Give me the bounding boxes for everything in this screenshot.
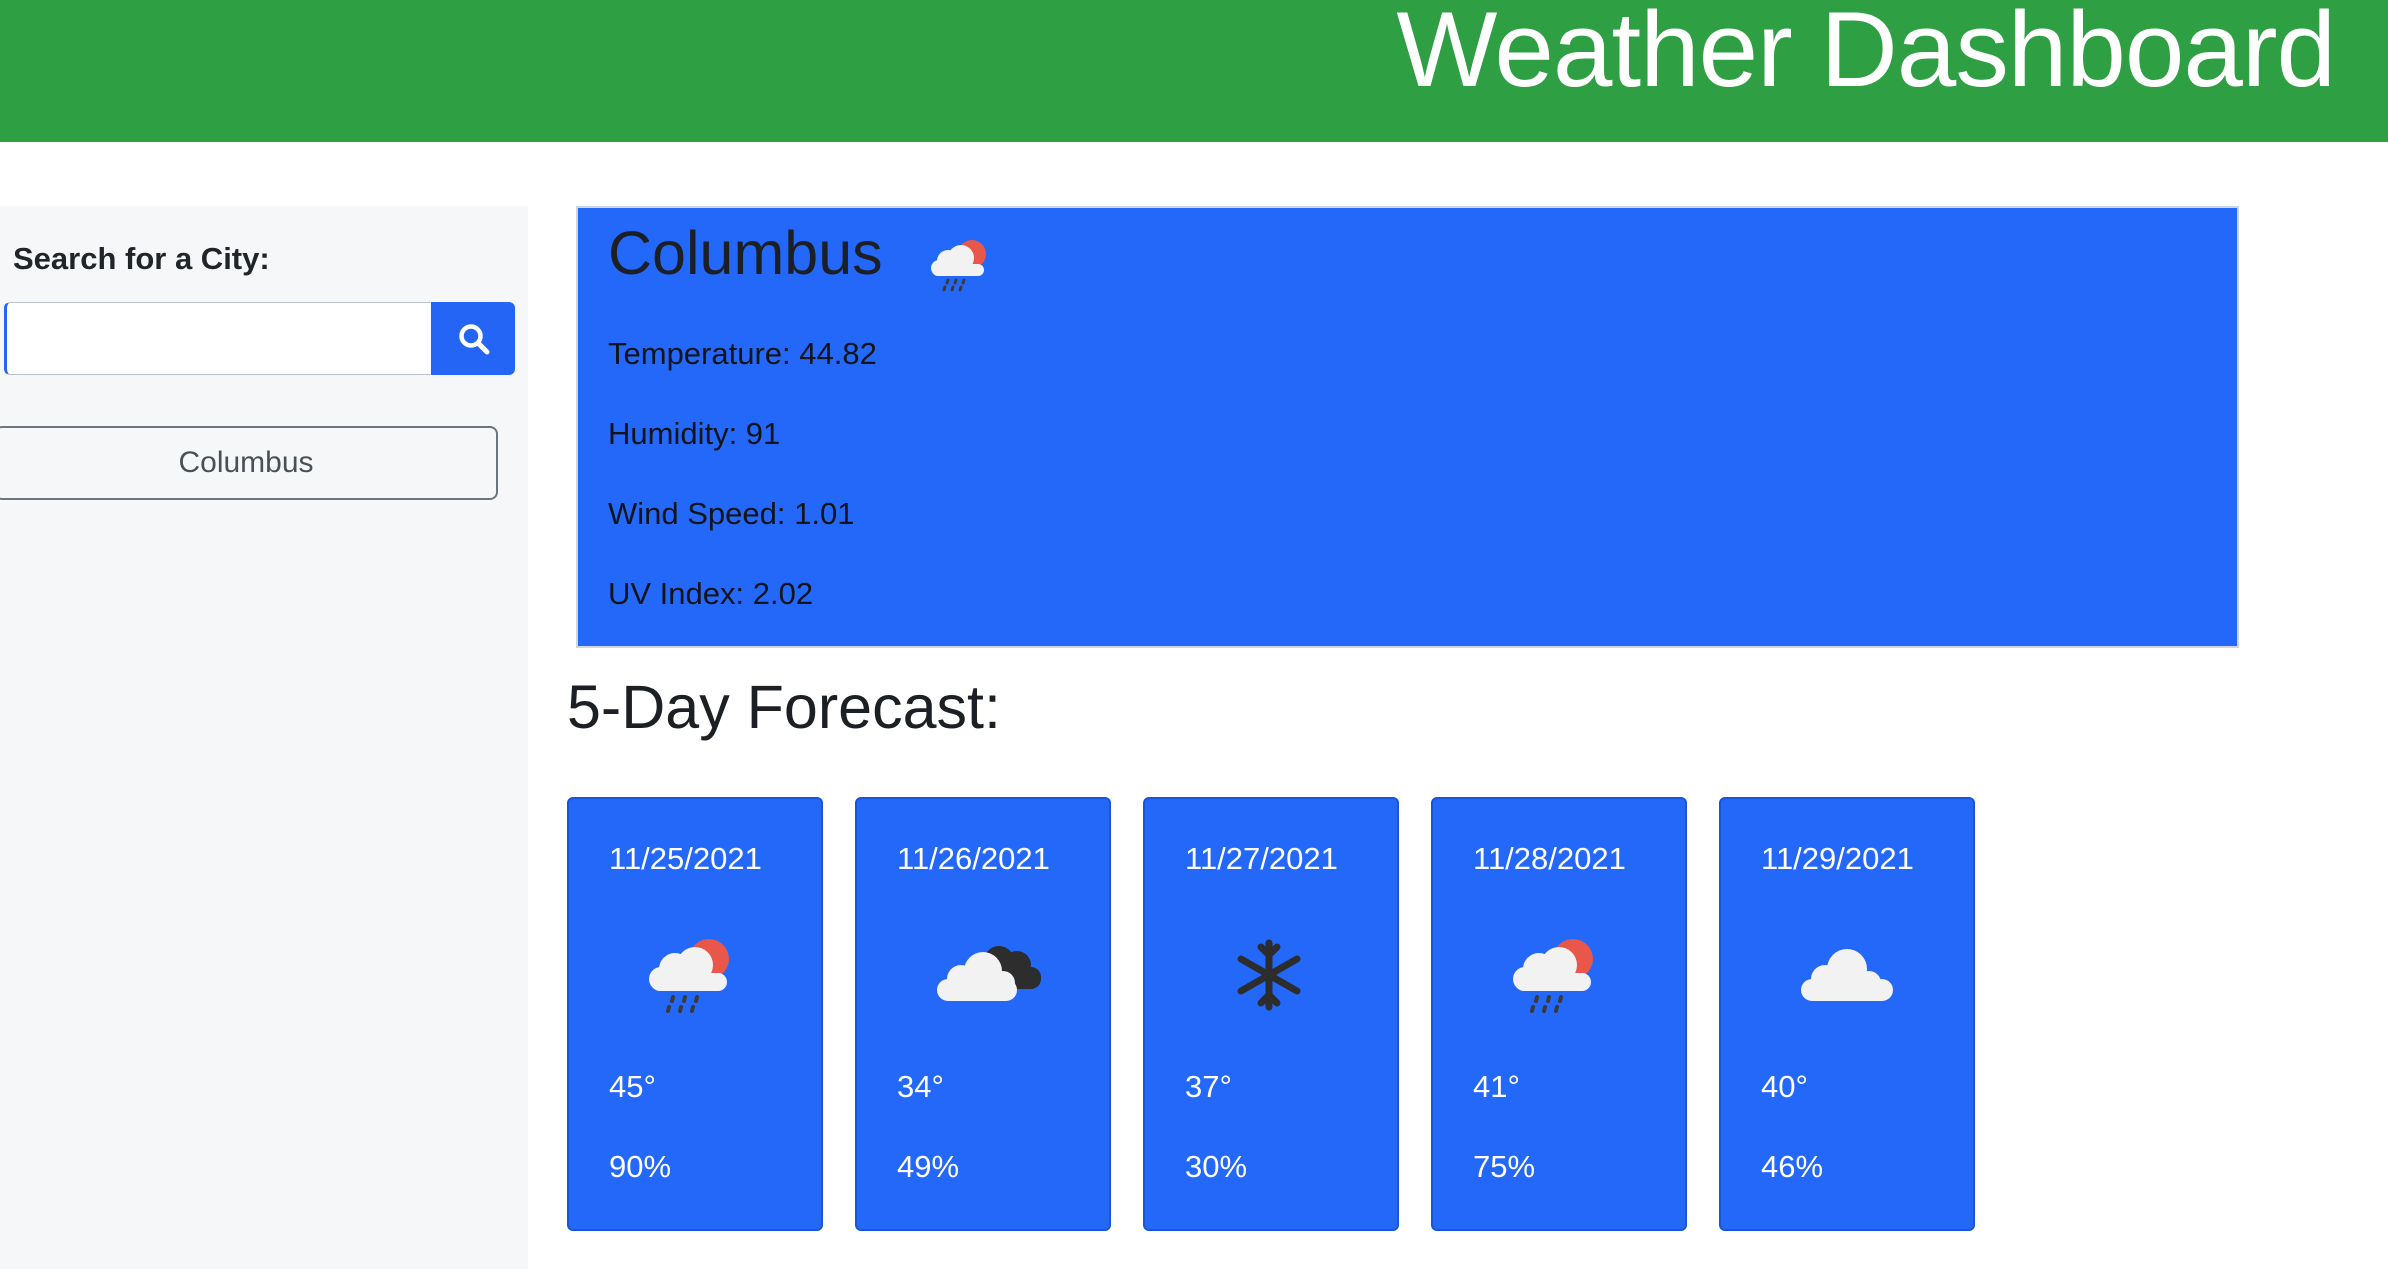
wind-speed-text: Wind Speed: 1.01 (608, 496, 855, 531)
forecast-date: 11/25/2021 (609, 841, 762, 876)
forecast-temp: 45° (609, 1069, 656, 1104)
sidebar: Search for a City: Columbus (0, 206, 528, 1269)
forecast-humidity: 75% (1473, 1149, 1536, 1184)
city-name: Columbus (608, 219, 883, 287)
forecast-card: 11/29/2021 40° 46% (1719, 797, 1975, 1231)
forecast-humidity: 49% (897, 1149, 960, 1184)
search-input[interactable] (4, 302, 430, 375)
forecast-card: 11/27/2021 37° 30% (1143, 797, 1399, 1231)
forecast-card: 11/26/2021 34° 49% (855, 797, 1111, 1231)
cloud-icon (1801, 949, 1893, 1001)
uv-index-text: UV Index: 2.02 (608, 576, 814, 611)
forecast-temp: 37° (1185, 1069, 1232, 1104)
app-header: Weather Dashboard (0, 0, 2388, 142)
snowflake-icon (1237, 939, 1301, 1011)
search-label: Search for a City: (13, 241, 270, 276)
rain-sun-icon (931, 240, 986, 292)
forecast-temp: 40° (1761, 1069, 1808, 1104)
forecast-date: 11/27/2021 (1185, 841, 1338, 876)
forecast-date: 11/26/2021 (897, 841, 1050, 876)
forecast-date: 11/29/2021 (1761, 841, 1914, 876)
rain-sun-icon (649, 939, 729, 1013)
forecast-date: 11/28/2021 (1473, 841, 1626, 876)
forecast-humidity: 46% (1761, 1149, 1824, 1184)
forecast-humidity: 30% (1185, 1149, 1248, 1184)
app-title: Weather Dashboard (1396, 0, 2336, 109)
humidity-text: Humidity: 91 (608, 416, 781, 451)
history-city-button[interactable]: Columbus (0, 426, 498, 500)
forecast-card: 11/28/2021 41° 75% (1431, 797, 1687, 1231)
forecast-temp: 34° (897, 1069, 944, 1104)
temperature-text: Temperature: 44.82 (608, 336, 877, 371)
current-weather-card: Columbus Temperature: 44.82 Humidity: 91… (576, 206, 2239, 648)
forecast-temp: 41° (1473, 1069, 1520, 1104)
search-icon (459, 324, 490, 355)
clouds-icon (937, 946, 1041, 1001)
forecast-card: 11/25/2021 45° 90% (567, 797, 823, 1231)
search-button[interactable] (431, 302, 515, 375)
rain-sun-icon (1513, 939, 1593, 1013)
forecast-humidity: 90% (609, 1149, 672, 1184)
forecast-title: 5-Day Forecast: (567, 673, 1001, 741)
